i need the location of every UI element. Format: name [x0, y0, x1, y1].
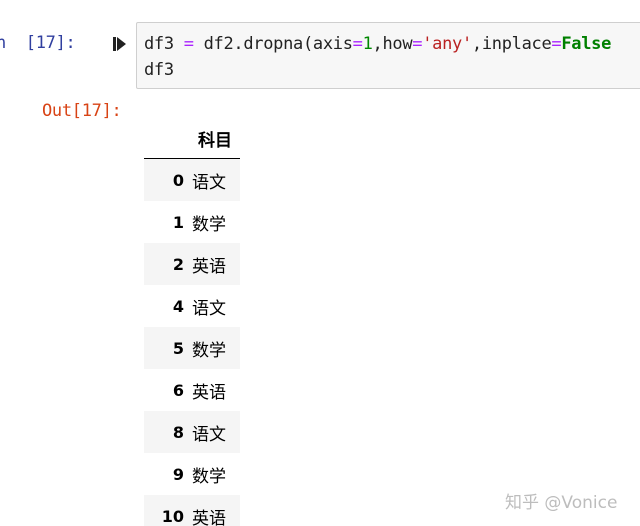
table-row: 5 数学 [144, 327, 240, 369]
row-index: 5 [144, 327, 192, 369]
column-header: 科目 [192, 118, 240, 159]
code-token: 'any' [422, 34, 472, 54]
cell-value: 英语 [192, 382, 226, 403]
table-header-row: 科目 [144, 118, 240, 159]
table-row: 6 英语 [144, 369, 240, 411]
table-row: 1 数学 [144, 201, 240, 243]
code-token: ,inplace [471, 34, 552, 54]
input-prompt: n [17]: [0, 33, 76, 53]
code-token: ,how [372, 34, 413, 54]
table-row: 10 英语 [144, 495, 240, 526]
code-token: df3 [144, 34, 184, 54]
cell-value: 英语 [192, 243, 240, 285]
run-cell-icon[interactable] [113, 36, 127, 52]
row-index: 10 [144, 495, 192, 526]
code-line: df3 = df2.dropna(axis=1,how='any',inplac… [144, 34, 611, 54]
code-line: df3 [144, 60, 174, 80]
row-index: 1 [172, 212, 184, 232]
row-index: 8 [144, 411, 192, 453]
cell-value: 数学 [192, 466, 226, 487]
table-row: 9 数学 [144, 453, 240, 495]
watermark: 知乎 @Vonice [505, 493, 618, 513]
table-body: 0 语文 1 数学 2 英语 4 语文 5 数学 6 英语 8 语文 9 数学 10 英语 [144, 158, 240, 526]
cell-value: 语文 [192, 411, 240, 453]
cell-value: 语文 [192, 298, 226, 319]
code-cell-editor[interactable]: df3 = df2.dropna(axis=1,how='any',inplac… [136, 22, 640, 89]
code-token: 1 [362, 34, 373, 54]
table-row: 0 语文 [144, 158, 240, 201]
row-index: 0 [144, 158, 192, 201]
row-index: 4 [172, 296, 184, 316]
code-token: False [561, 34, 612, 54]
table-row: 8 语文 [144, 411, 240, 453]
row-index: 6 [172, 380, 184, 400]
code-token: df2.dropna(axis [193, 34, 353, 54]
cell-value: 数学 [192, 214, 226, 235]
table-row: 4 语文 [144, 285, 240, 327]
code-token: = [183, 34, 194, 54]
cell-value: 数学 [192, 327, 240, 369]
cell-value: 英语 [192, 495, 240, 526]
row-index: 2 [144, 243, 192, 285]
output-prompt: Out[17]: [42, 101, 122, 121]
code-token: = [551, 34, 562, 54]
code-token: = [352, 34, 363, 54]
cell-value: 语文 [192, 158, 240, 201]
index-header-corner [144, 118, 192, 159]
table-row: 2 英语 [144, 243, 240, 285]
dataframe-output-table: 科目 0 语文 1 数学 2 英语 4 语文 5 数学 6 英语 8 语文 9 数学 10 英语 [144, 118, 240, 526]
code-token: = [412, 34, 423, 54]
row-index: 9 [172, 464, 184, 484]
code-token: df3 [144, 60, 174, 80]
